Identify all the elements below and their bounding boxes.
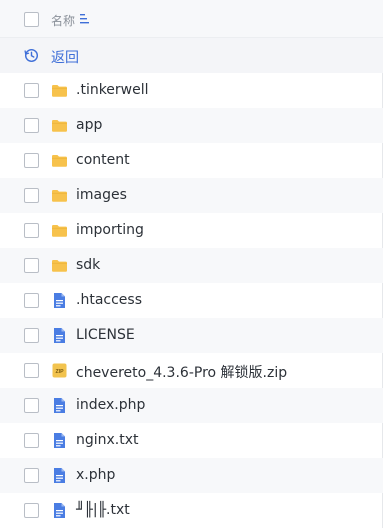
row-checkbox[interactable] [24,153,39,168]
document-icon [51,397,68,414]
file-row[interactable]: x.php [0,458,383,493]
file-name[interactable]: nginx.txt [76,432,139,448]
file-name[interactable]: LICENSE [76,327,135,343]
file-name[interactable]: index.php [76,397,145,413]
row-checkbox[interactable] [24,118,39,133]
folder-icon [51,187,68,204]
file-name[interactable]: importing [76,222,144,238]
row-checkbox[interactable] [24,293,39,308]
row-checkbox[interactable] [24,328,39,343]
file-row[interactable]: nginx.txt [0,423,383,458]
name-column-header[interactable]: 名称 [51,12,75,29]
back-label: 返回 [51,50,79,66]
row-checkbox[interactable] [24,223,39,238]
row-checkbox[interactable] [24,433,39,448]
file-list-panel: 名称 返回 .tinkerwell app content images importi… [0,0,383,528]
row-checkbox[interactable] [24,503,39,518]
file-name[interactable]: app [76,117,102,133]
file-row[interactable]: .htaccess [0,283,383,318]
file-name[interactable]: .tinkerwell [76,82,149,98]
row-checkbox[interactable] [24,258,39,273]
row-checkbox[interactable] [24,188,39,203]
file-name[interactable]: x.php [76,467,115,483]
document-icon [51,502,68,519]
file-row[interactable]: sdk [0,248,383,283]
svg-text:ZIP: ZIP [55,369,64,375]
folder-icon [51,117,68,134]
select-all-checkbox[interactable] [24,12,39,27]
sort-icon[interactable] [80,13,90,25]
document-icon [51,432,68,449]
file-name[interactable]: sdk [76,257,100,273]
file-row[interactable]: app [0,108,383,143]
document-icon [51,327,68,344]
file-name[interactable]: images [76,187,127,203]
file-row[interactable]: index.php [0,388,383,423]
folder-icon [51,222,68,239]
document-icon [51,467,68,484]
file-name[interactable]: ╜╟|╟.txt [76,502,130,518]
file-row[interactable]: ╜╟|╟.txt [0,493,383,528]
folder-icon [51,257,68,274]
file-row[interactable]: images [0,178,383,213]
file-list-header: 名称 [0,0,383,38]
file-name[interactable]: .htaccess [76,292,142,308]
row-checkbox[interactable] [24,363,39,378]
folder-icon [51,82,68,99]
folder-icon [51,152,68,169]
file-row[interactable]: importing [0,213,383,248]
file-row[interactable]: content [0,143,383,178]
back-row[interactable]: 返回 [0,38,383,73]
file-name[interactable]: chevereto_4.3.6-Pro 解锁版.zip [76,362,287,382]
file-name[interactable]: content [76,152,130,168]
file-row[interactable]: ZIP chevereto_4.3.6-Pro 解锁版.zip [0,353,383,388]
row-checkbox[interactable] [24,83,39,98]
zip-icon: ZIP [51,362,68,379]
row-checkbox[interactable] [24,398,39,413]
file-row[interactable]: LICENSE [0,318,383,353]
row-checkbox[interactable] [24,468,39,483]
document-icon [51,292,68,309]
file-row[interactable]: .tinkerwell [0,73,383,108]
back-history-icon [24,48,39,63]
